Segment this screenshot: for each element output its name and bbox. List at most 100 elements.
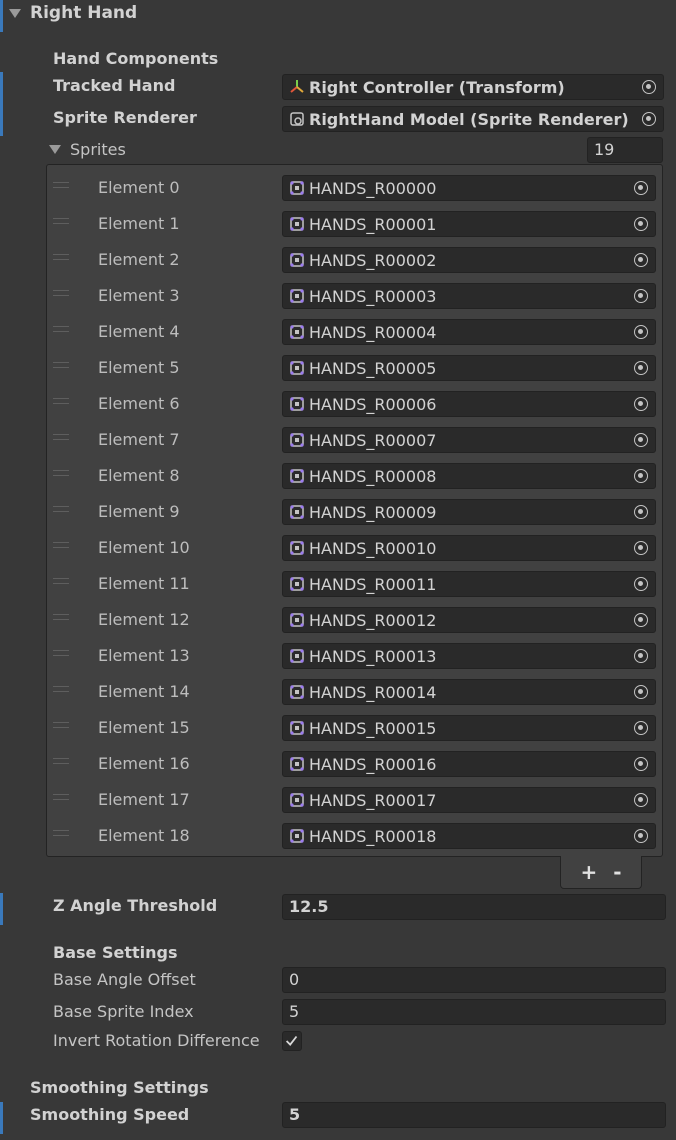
invert-rotation-label: Invert Rotation Difference xyxy=(53,1031,260,1050)
object-picker-icon[interactable] xyxy=(627,176,655,200)
object-picker-icon[interactable] xyxy=(627,320,655,344)
object-picker-icon[interactable] xyxy=(627,644,655,668)
remove-element-button[interactable]: - xyxy=(613,860,621,884)
sprite-icon xyxy=(290,541,304,555)
drag-handle-icon[interactable] xyxy=(53,758,69,764)
object-picker-icon[interactable] xyxy=(627,572,655,596)
checkmark-icon xyxy=(285,1035,298,1046)
foldout-arrow-icon[interactable] xyxy=(9,9,21,18)
z-angle-threshold-field[interactable]: 12.5 xyxy=(282,894,666,920)
sprite-field[interactable]: HANDS_R00004 xyxy=(282,319,656,345)
base-sprite-index-field[interactable]: 5 xyxy=(282,999,666,1025)
list-item: Element 0 HANDS_R00000 xyxy=(47,170,662,206)
object-picker-icon[interactable] xyxy=(627,248,655,272)
sprite-value: HANDS_R00009 xyxy=(309,503,437,522)
sprite-field[interactable]: HANDS_R00015 xyxy=(282,715,656,741)
sprite-value: HANDS_R00016 xyxy=(309,755,437,774)
object-picker-icon[interactable] xyxy=(627,212,655,236)
object-picker-icon[interactable] xyxy=(627,428,655,452)
sprite-value: HANDS_R00017 xyxy=(309,791,437,810)
sprite-icon xyxy=(290,253,304,267)
element-label: Element 7 xyxy=(98,430,180,449)
sprite-renderer-field[interactable]: RightHand Model (Sprite Renderer) xyxy=(282,106,664,132)
sprite-field[interactable]: HANDS_R00002 xyxy=(282,247,656,273)
drag-handle-icon[interactable] xyxy=(53,830,69,836)
base-angle-offset-field[interactable]: 0 xyxy=(282,967,666,993)
element-label: Element 6 xyxy=(98,394,180,413)
object-picker-icon[interactable] xyxy=(627,788,655,812)
object-picker-icon[interactable] xyxy=(627,608,655,632)
drag-handle-icon[interactable] xyxy=(53,614,69,620)
element-label: Element 2 xyxy=(98,250,180,269)
object-picker-icon[interactable] xyxy=(627,284,655,308)
object-picker-icon[interactable] xyxy=(635,107,663,131)
object-picker-icon[interactable] xyxy=(627,716,655,740)
sprite-field[interactable]: HANDS_R00013 xyxy=(282,643,656,669)
sprite-field[interactable]: HANDS_R00011 xyxy=(282,571,656,597)
sprite-field[interactable]: HANDS_R00012 xyxy=(282,607,656,633)
drag-handle-icon[interactable] xyxy=(53,326,69,332)
sprite-icon xyxy=(290,829,304,843)
invert-rotation-checkbox[interactable] xyxy=(282,1031,302,1051)
sprite-field[interactable]: HANDS_R00000 xyxy=(282,175,656,201)
object-picker-icon[interactable] xyxy=(627,536,655,560)
section-title[interactable]: Right Hand xyxy=(30,2,137,24)
sprite-field[interactable]: HANDS_R00005 xyxy=(282,355,656,381)
sprite-field[interactable]: HANDS_R00016 xyxy=(282,751,656,777)
drag-handle-icon[interactable] xyxy=(53,686,69,692)
sprite-field[interactable]: HANDS_R00009 xyxy=(282,499,656,525)
smoothing-speed-field[interactable]: 5 xyxy=(282,1102,666,1128)
sprite-field[interactable]: HANDS_R00007 xyxy=(282,427,656,453)
list-item: Element 11 HANDS_R00011 xyxy=(47,566,662,602)
sprite-field[interactable]: HANDS_R00010 xyxy=(282,535,656,561)
sprite-field[interactable]: HANDS_R00014 xyxy=(282,679,656,705)
drag-handle-icon[interactable] xyxy=(53,182,69,188)
object-picker-icon[interactable] xyxy=(627,752,655,776)
drag-handle-icon[interactable] xyxy=(53,398,69,404)
modified-indicator xyxy=(0,0,3,32)
sprites-label[interactable]: Sprites xyxy=(70,139,126,161)
object-picker-icon[interactable] xyxy=(627,356,655,380)
object-picker-icon[interactable] xyxy=(627,464,655,488)
object-picker-icon[interactable] xyxy=(627,500,655,524)
drag-handle-icon[interactable] xyxy=(53,650,69,656)
object-picker-icon[interactable] xyxy=(627,680,655,704)
sprite-icon xyxy=(290,577,304,591)
list-item: Element 4 HANDS_R00004 xyxy=(47,314,662,350)
object-picker-icon[interactable] xyxy=(627,392,655,416)
sprite-icon xyxy=(290,217,304,231)
sprite-field[interactable]: HANDS_R00018 xyxy=(282,823,656,849)
drag-handle-icon[interactable] xyxy=(53,542,69,548)
sprites-list: Element 0 HANDS_R00000 Element 1 HANDS_R000… xyxy=(46,164,663,857)
list-item: Element 15 HANDS_R00015 xyxy=(47,710,662,746)
sprite-icon xyxy=(290,721,304,735)
object-picker-icon[interactable] xyxy=(627,824,655,848)
drag-handle-icon[interactable] xyxy=(53,470,69,476)
drag-handle-icon[interactable] xyxy=(53,218,69,224)
drag-handle-icon[interactable] xyxy=(53,722,69,728)
element-label: Element 17 xyxy=(98,790,190,809)
modified-indicator xyxy=(0,893,3,925)
sprite-field[interactable]: HANDS_R00001 xyxy=(282,211,656,237)
drag-handle-icon[interactable] xyxy=(53,290,69,296)
drag-handle-icon[interactable] xyxy=(53,434,69,440)
tracked-hand-field[interactable]: Right Controller (Transform) xyxy=(282,74,664,100)
sprite-field[interactable]: HANDS_R00006 xyxy=(282,391,656,417)
drag-handle-icon[interactable] xyxy=(53,794,69,800)
sprite-field[interactable]: HANDS_R00008 xyxy=(282,463,656,489)
element-label: Element 12 xyxy=(98,610,190,629)
element-label: Element 13 xyxy=(98,646,190,665)
drag-handle-icon[interactable] xyxy=(53,506,69,512)
sprite-value: HANDS_R00001 xyxy=(309,215,437,234)
sprite-icon xyxy=(290,613,304,627)
drag-handle-icon[interactable] xyxy=(53,578,69,584)
add-element-button[interactable]: + xyxy=(580,860,597,884)
drag-handle-icon[interactable] xyxy=(53,362,69,368)
sprites-foldout-arrow-icon[interactable] xyxy=(49,145,61,154)
object-picker-icon[interactable] xyxy=(635,75,663,99)
sprite-field[interactable]: HANDS_R00017 xyxy=(282,787,656,813)
sprites-count-field[interactable]: 19 xyxy=(587,137,663,163)
list-item: Element 14 HANDS_R00014 xyxy=(47,674,662,710)
sprite-field[interactable]: HANDS_R00003 xyxy=(282,283,656,309)
drag-handle-icon[interactable] xyxy=(53,254,69,260)
